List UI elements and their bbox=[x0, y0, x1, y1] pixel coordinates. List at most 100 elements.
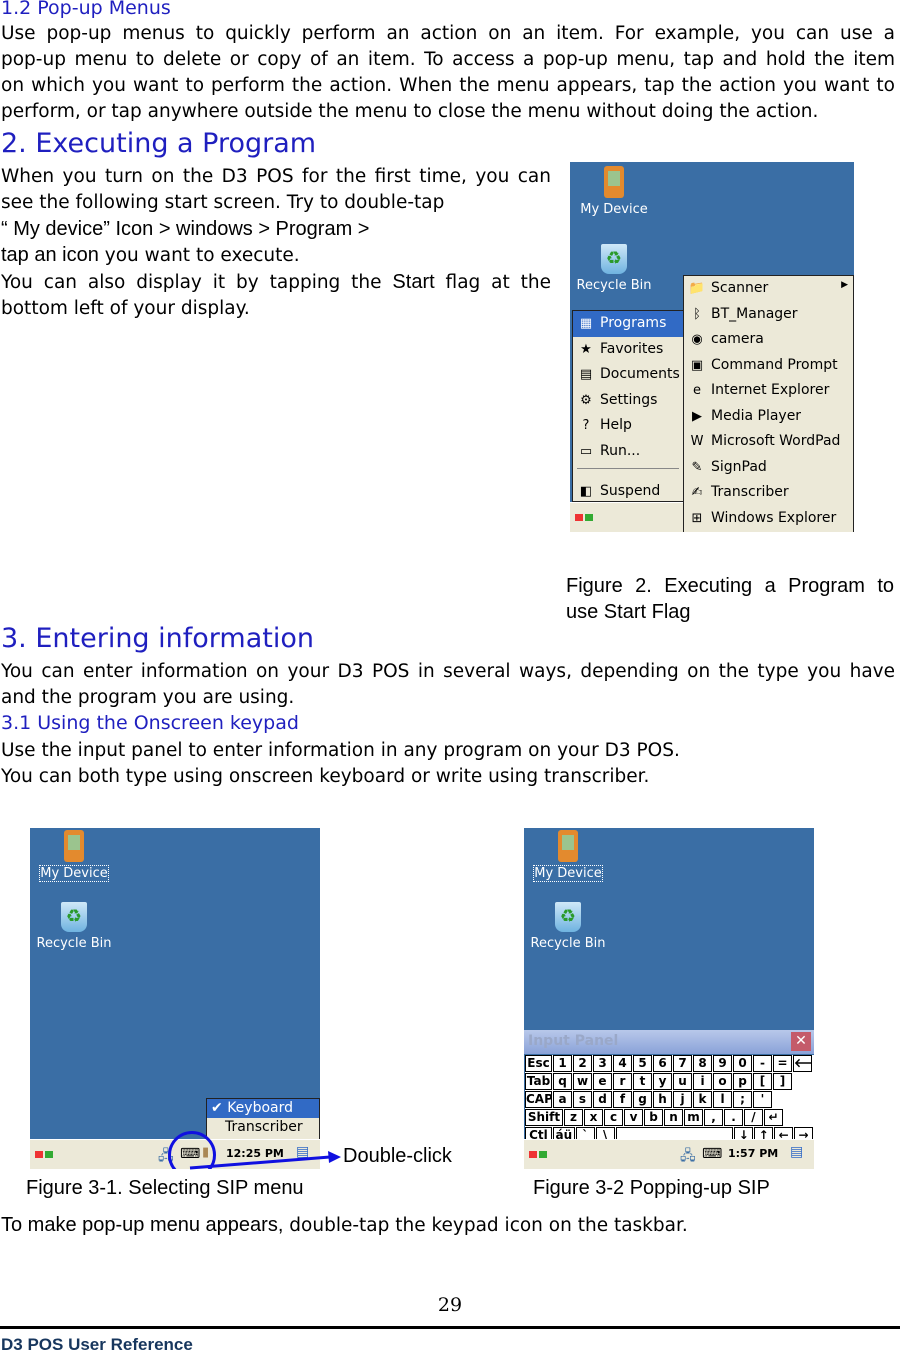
menu-item-microsoft-wordpad[interactable]: W Microsoft WordPad bbox=[684, 429, 853, 455]
key[interactable]: s bbox=[573, 1091, 592, 1108]
text-line: “ My device” Icon > windows > Program > bbox=[1, 218, 370, 240]
menu-item-transcriber[interactable]: ✍ Transcriber bbox=[684, 480, 853, 506]
menu-item-suspend[interactable]: ◧ Suspend bbox=[573, 479, 683, 505]
key[interactable]: p bbox=[733, 1073, 752, 1090]
key[interactable]: g bbox=[633, 1091, 652, 1108]
key[interactable]: CAP bbox=[525, 1091, 552, 1108]
key[interactable]: = bbox=[773, 1055, 792, 1072]
key[interactable]: ↵ bbox=[764, 1109, 783, 1126]
key[interactable]: k bbox=[693, 1091, 712, 1108]
menu-item-windows-explorer[interactable]: ⊞ Windows Explorer bbox=[684, 506, 853, 532]
key[interactable]: 8 bbox=[693, 1055, 712, 1072]
key[interactable]: r bbox=[613, 1073, 632, 1090]
key[interactable]: m bbox=[684, 1109, 703, 1126]
key[interactable]: Shift bbox=[525, 1109, 563, 1126]
menu-item-label: Favorites bbox=[600, 340, 664, 357]
key[interactable]: 5 bbox=[633, 1055, 652, 1072]
text-line: flag at the bbox=[434, 272, 551, 293]
menu-item-favorites[interactable]: ★ Favorites bbox=[573, 337, 683, 363]
key[interactable]: ; bbox=[733, 1091, 752, 1108]
key[interactable]: [ bbox=[753, 1073, 772, 1090]
menu-item-label: BT_Manager bbox=[711, 305, 798, 322]
menu-item-bt-manager[interactable]: ᛒ BT_Manager bbox=[684, 302, 853, 328]
menu-item-camera[interactable]: ◉ camera bbox=[684, 327, 853, 353]
key[interactable]: o bbox=[713, 1073, 732, 1090]
key[interactable]: 4 bbox=[613, 1055, 632, 1072]
start-flag-button[interactable] bbox=[34, 1145, 54, 1163]
menu-item-help[interactable]: ? Help bbox=[573, 413, 683, 439]
sip-menu-item-transcriber[interactable]: Transcriber bbox=[207, 1118, 319, 1137]
key[interactable]: n bbox=[664, 1109, 683, 1126]
sip-menu-item-keyboard[interactable]: ✔ Keyboard bbox=[207, 1099, 319, 1118]
recycle-bin-desktop-icon[interactable]: ♻ Recycle Bin bbox=[574, 244, 654, 293]
key[interactable]: 7 bbox=[673, 1055, 692, 1072]
help-book-icon: ? bbox=[582, 418, 590, 433]
folder-icon: 📁 bbox=[688, 281, 706, 296]
key[interactable]: x bbox=[584, 1109, 603, 1126]
programs-icon: ▦ bbox=[579, 316, 593, 331]
signpad-icon: ✎ bbox=[691, 459, 703, 475]
footer-doc-title: D3 POS User Reference bbox=[1, 1335, 193, 1352]
key[interactable]: 0 bbox=[733, 1055, 752, 1072]
key[interactable]: 9 bbox=[713, 1055, 732, 1072]
menu-item-settings[interactable]: ⚙ Settings bbox=[573, 388, 683, 414]
key[interactable]: d bbox=[593, 1091, 612, 1108]
key[interactable]: z bbox=[564, 1109, 583, 1126]
key[interactable]: f bbox=[613, 1091, 632, 1108]
menu-item-media-player[interactable]: ▶ Media Player bbox=[684, 404, 853, 430]
text-line: Use the input panel to enter information… bbox=[1, 740, 680, 761]
menu-item-command-prompt[interactable]: ▣ Command Prompt bbox=[684, 353, 853, 379]
menu-item-documents[interactable]: ▤ Documents bbox=[573, 362, 683, 388]
key[interactable]: , bbox=[704, 1109, 723, 1126]
input-panel-title: Input Panel bbox=[528, 1033, 619, 1049]
key[interactable]: t bbox=[633, 1073, 652, 1090]
keyboard-sip-icon[interactable]: ⌨ bbox=[702, 1146, 722, 1162]
popup-menus-paragraph: Use pop-up menus to quickly perform an a… bbox=[1, 21, 895, 125]
media-player-icon: ▶ bbox=[692, 408, 702, 424]
my-device-desktop-icon[interactable]: My Device bbox=[34, 830, 114, 882]
key[interactable]: 3 bbox=[593, 1055, 612, 1072]
key[interactable]: l bbox=[713, 1091, 732, 1108]
start-flag-button[interactable] bbox=[528, 1145, 548, 1163]
key[interactable]: b bbox=[644, 1109, 663, 1126]
taskbar bbox=[570, 502, 683, 532]
key[interactable]: Esc bbox=[525, 1055, 552, 1072]
key[interactable]: ' bbox=[753, 1091, 772, 1108]
menu-item-scanner[interactable]: 📁 Scanner bbox=[684, 276, 853, 302]
key[interactable]: j bbox=[673, 1091, 692, 1108]
key[interactable]: u bbox=[673, 1073, 692, 1090]
key[interactable]: 2 bbox=[573, 1055, 592, 1072]
key[interactable]: h bbox=[653, 1091, 672, 1108]
key[interactable]: c bbox=[604, 1109, 623, 1126]
recycle-bin-desktop-icon[interactable]: ♻ Recycle Bin bbox=[528, 902, 608, 951]
key[interactable]: 🡐 bbox=[793, 1055, 812, 1072]
recycle-bin-desktop-icon[interactable]: ♻ Recycle Bin bbox=[34, 902, 114, 951]
key[interactable]: a bbox=[553, 1091, 572, 1108]
my-device-desktop-icon[interactable]: My Device bbox=[528, 830, 608, 882]
menu-item-label: Windows Explorer bbox=[711, 509, 837, 526]
key[interactable]: q bbox=[553, 1073, 572, 1090]
key[interactable]: 1 bbox=[553, 1055, 572, 1072]
key[interactable]: . bbox=[724, 1109, 743, 1126]
menu-item-internet-explorer[interactable]: e Internet Explorer bbox=[684, 378, 853, 404]
onscreen-keyboard: Esc1234567890-=🡐 Tabqwertyuiop[] CAPasdfgh… bbox=[525, 1055, 814, 1145]
key[interactable]: 6 bbox=[653, 1055, 672, 1072]
key[interactable]: - bbox=[753, 1055, 772, 1072]
key[interactable]: v bbox=[624, 1109, 643, 1126]
key[interactable]: i bbox=[693, 1073, 712, 1090]
desktop-switch-icon[interactable]: ▤ bbox=[790, 1144, 803, 1160]
menu-item-programs[interactable]: ▦ Programs bbox=[573, 311, 683, 337]
internet-explorer-icon: e bbox=[693, 383, 701, 398]
key[interactable]: Tab bbox=[525, 1073, 552, 1090]
key[interactable]: e bbox=[593, 1073, 612, 1090]
menu-item-signpad[interactable]: ✎ SignPad bbox=[684, 455, 853, 481]
key[interactable]: ] bbox=[773, 1073, 792, 1090]
menu-item-run[interactable]: ▭ Run... bbox=[573, 439, 683, 465]
key[interactable]: w bbox=[573, 1073, 592, 1090]
start-flag-button[interactable] bbox=[574, 508, 594, 526]
key[interactable]: y bbox=[653, 1073, 672, 1090]
my-device-desktop-icon[interactable]: My Device bbox=[574, 166, 654, 217]
network-icon: 🖧 bbox=[680, 1148, 696, 1164]
close-icon[interactable]: ✕ bbox=[791, 1032, 811, 1051]
key[interactable]: / bbox=[744, 1109, 763, 1126]
